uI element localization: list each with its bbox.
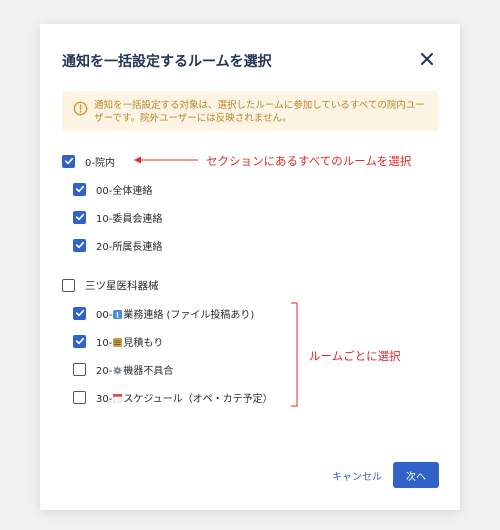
group-annotation: ルームごとに選択 bbox=[309, 349, 401, 363]
annotation-bracket bbox=[291, 302, 298, 407]
